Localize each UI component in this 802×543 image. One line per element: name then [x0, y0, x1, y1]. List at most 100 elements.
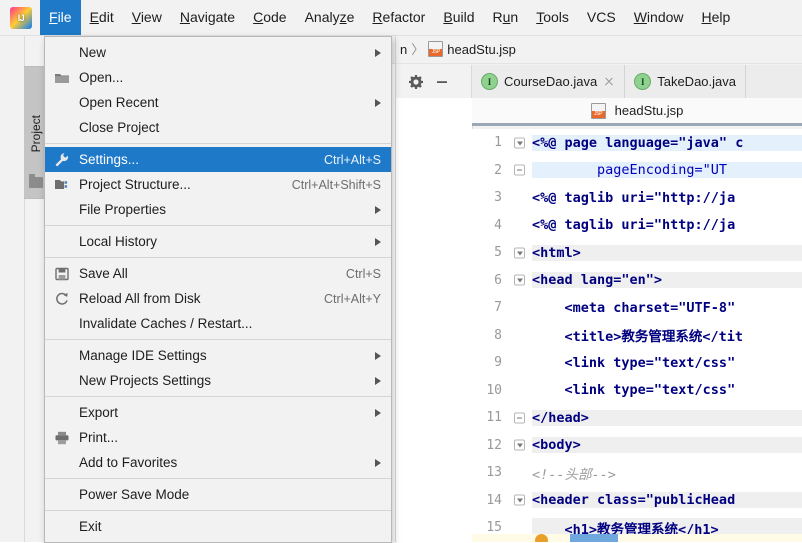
editor-tab-coursedao[interactable]: I CourseDao.java: [472, 65, 626, 98]
menu-item-label: Project Structure...: [79, 177, 191, 192]
menu-edit[interactable]: Edit: [81, 0, 123, 35]
editor-breadcrumb: n 〉 headStu.jsp: [396, 36, 802, 64]
fold-toggle-icon[interactable]: [514, 494, 525, 506]
menu-build[interactable]: Build: [434, 0, 483, 35]
wrench-icon: [55, 152, 69, 166]
menu-item-reload-all-from-disk[interactable]: Reload All from Disk Ctrl+Alt+Y: [45, 286, 391, 311]
menu-item-project-structure[interactable]: Project Structure... Ctrl+Alt+Shift+S: [45, 172, 391, 197]
editor-tab-label: TakeDao.java: [657, 74, 736, 89]
menu-item-invalidate-caches[interactable]: Invalidate Caches / Restart...: [45, 311, 391, 336]
menu-item-manage-ide-settings[interactable]: Manage IDE Settings: [45, 343, 391, 368]
menu-tools[interactable]: Tools: [527, 0, 578, 35]
code-line: 8 <title>教务管理系统</tit: [472, 322, 802, 350]
interface-icon: I: [634, 73, 652, 90]
chevron-right-icon: [375, 376, 381, 385]
code-text: <title>教务管理系统</tit: [532, 329, 744, 346]
code-text: <meta charset="UTF-8": [532, 299, 736, 316]
menu-item-new-projects-settings[interactable]: New Projects Settings: [45, 368, 391, 393]
chevron-right-icon: [375, 458, 381, 467]
menu-item-label: Manage IDE Settings: [79, 348, 207, 363]
menu-item-open[interactable]: Open...: [45, 65, 391, 90]
code-text: <%@ page language="java" c: [532, 134, 802, 151]
breadcrumb-parent[interactable]: n: [400, 42, 407, 57]
menu-item-print[interactable]: Print...: [45, 425, 391, 450]
fold-toggle-icon[interactable]: [514, 274, 525, 286]
editor-tab-takedao[interactable]: I TakeDao.java: [625, 65, 746, 98]
code-text: <body>: [532, 437, 802, 454]
menu-code[interactable]: Code: [244, 0, 295, 35]
menu-item-label: Local History: [79, 234, 158, 249]
code-line: 4 <%@ taglib uri="http://ja: [472, 212, 802, 240]
code-line: 13 <!--头部-->: [472, 459, 802, 487]
menu-item-export[interactable]: Export: [45, 400, 391, 425]
menu-item-label: Reload All from Disk: [79, 291, 201, 306]
menu-item-new[interactable]: New: [45, 40, 391, 65]
file-dropdown-menu: New Open... Open Recent Close Project Se…: [44, 36, 392, 543]
menu-window[interactable]: Window: [625, 0, 693, 35]
jsp-file-icon: [590, 102, 606, 119]
fold-gutter: [510, 184, 532, 212]
code-text: <!--头部-->: [532, 466, 616, 483]
menu-item-label: New: [79, 45, 107, 60]
line-number: 7: [472, 300, 510, 316]
fold-gutter: [510, 459, 532, 487]
fold-toggle-icon[interactable]: [514, 137, 525, 149]
menu-item-open-recent[interactable]: Open Recent: [45, 90, 391, 115]
folder-icon: [29, 174, 43, 188]
menu-item-power-save-mode[interactable]: Power Save Mode: [45, 482, 391, 507]
code-text: <%@ taglib uri="http://ja: [532, 189, 736, 206]
menu-run[interactable]: Run: [484, 0, 528, 35]
menu-item-label: Open...: [79, 70, 124, 85]
fold-toggle-icon[interactable]: [514, 164, 525, 176]
menu-item-close-project[interactable]: Close Project: [45, 115, 391, 140]
menu-item-shortcut: Ctrl+S: [345, 266, 381, 281]
code-line: 6 <head lang="en">: [472, 267, 802, 295]
menu-file[interactable]: File: [40, 0, 81, 35]
fold-gutter[interactable]: [510, 239, 532, 267]
fold-toggle-icon[interactable]: [514, 439, 525, 451]
active-file-label: headStu.jsp: [614, 103, 684, 118]
fold-gutter[interactable]: [510, 267, 532, 295]
line-number: 12: [472, 437, 510, 453]
code-line: 2 pageEncoding="UT: [472, 157, 802, 185]
menu-item-shortcut: Ctrl+Alt+Y: [324, 291, 381, 306]
editor-tool-strip: [396, 65, 472, 98]
chevron-right-icon: [375, 205, 381, 214]
fold-gutter[interactable]: [510, 487, 532, 515]
menu-view[interactable]: View: [123, 0, 171, 35]
menu-navigate[interactable]: Navigate: [171, 0, 244, 35]
fold-toggle-icon[interactable]: [514, 412, 525, 424]
fold-toggle-icon[interactable]: [514, 247, 525, 259]
fold-gutter: [510, 294, 532, 322]
fold-gutter[interactable]: [510, 404, 532, 432]
project-tab-label: Project: [29, 115, 43, 153]
breadcrumb-file[interactable]: headStu.jsp: [447, 42, 516, 57]
fold-gutter[interactable]: [510, 157, 532, 185]
menu-vcs[interactable]: VCS: [578, 0, 625, 35]
intellij-logo-icon: [10, 6, 32, 29]
menu-item-file-properties[interactable]: File Properties: [45, 197, 391, 222]
menu-item-local-history[interactable]: Local History: [45, 229, 391, 254]
menu-item-exit[interactable]: Exit: [45, 514, 391, 539]
code-text: <%@ taglib uri="http://ja: [532, 217, 736, 234]
menu-item-save-all[interactable]: Save All Ctrl+S: [45, 261, 391, 286]
line-number: 8: [472, 327, 510, 343]
menu-item-settings[interactable]: Settings... Ctrl+Alt+S: [45, 147, 391, 172]
fold-gutter[interactable]: [510, 129, 532, 157]
menu-item-label: New Projects Settings: [79, 373, 212, 388]
menu-item-add-to-favorites[interactable]: Add to Favorites: [45, 450, 391, 475]
hide-window-icon[interactable]: [434, 74, 450, 90]
gear-icon[interactable]: [408, 74, 424, 90]
menu-help[interactable]: Help: [693, 0, 740, 35]
line-number: 10: [472, 382, 510, 398]
menu-refactor[interactable]: Refactor: [363, 0, 434, 35]
menu-separator: [45, 510, 391, 511]
line-number: 9: [472, 355, 510, 371]
menu-item-label: Power Save Mode: [79, 487, 190, 502]
fold-gutter[interactable]: [510, 432, 532, 460]
fold-gutter: [510, 212, 532, 240]
menu-analyze[interactable]: Analyze: [296, 0, 364, 35]
breadcrumb-separator-icon: 〉: [411, 42, 425, 57]
close-icon[interactable]: [603, 76, 615, 88]
code-editor[interactable]: 1 <%@ page language="java" c 2 pageEncod…: [472, 129, 802, 542]
